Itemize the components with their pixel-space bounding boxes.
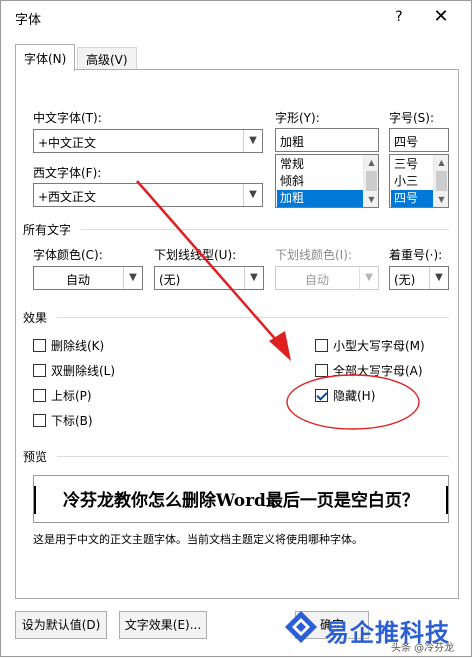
scroll-thumb[interactable]	[366, 171, 377, 191]
font-dialog: 字体 ? ✕ 字体(N) 高级(V) 中文字体(T): +中文正文 ▼ 西文字体…	[0, 0, 472, 657]
checkbox-box[interactable]	[33, 389, 46, 402]
title-bar: 字体 ? ✕	[1, 1, 471, 33]
font-color-label: 字体颜色(C):	[33, 248, 103, 262]
style-option-bold[interactable]: 加粗	[277, 190, 363, 207]
style-option-regular[interactable]: 常规	[277, 156, 363, 173]
underline-style-value: (无)	[159, 273, 181, 287]
emphasis-value: (无)	[394, 273, 416, 287]
all-caps-label: 全部大写字母(A)	[333, 364, 423, 378]
watermark-logo-icon	[285, 611, 317, 643]
scroll-down-icon[interactable]: ▼	[434, 192, 448, 207]
western-font-value: +西文正文	[38, 190, 97, 204]
style-listbox[interactable]: 常规 倾斜 加粗 ▲ ▼	[275, 154, 379, 208]
checkbox-box[interactable]	[315, 364, 328, 377]
style-scrollbar[interactable]: ▲ ▼	[363, 155, 378, 207]
tab-advanced[interactable]: 高级(V)	[77, 47, 137, 69]
superscript-checkbox[interactable]: 上标(P)	[33, 387, 92, 404]
chevron-down-icon[interactable]: ▼	[123, 267, 142, 289]
hidden-checkbox[interactable]: 隐藏(H)	[315, 387, 375, 404]
chevron-down-icon[interactable]: ▼	[243, 184, 262, 206]
preview-sample-text: 冷芬龙教你怎么删除Word最后一页是空白页？	[63, 491, 419, 511]
checkmark-icon[interactable]	[315, 389, 328, 402]
size-option-4[interactable]: 四号	[391, 190, 433, 207]
emphasis-label: 着重号(·):	[389, 248, 443, 262]
strikethrough-label: 删除线(K)	[51, 339, 105, 353]
small-caps-label: 小型大写字母(M)	[333, 339, 425, 353]
underline-color-label: 下划线颜色(I):	[275, 248, 352, 262]
chevron-down-icon[interactable]: ▼	[243, 130, 262, 152]
western-font-combo[interactable]: +西文正文 ▼	[33, 183, 263, 207]
divider	[57, 456, 449, 457]
chinese-font-label: 中文字体(T):	[33, 111, 102, 125]
text-effects-button[interactable]: 文字效果(E)...	[119, 611, 207, 639]
divider	[57, 317, 449, 318]
size-input-value: 四号	[394, 135, 419, 149]
all-caps-checkbox[interactable]: 全部大写字母(A)	[315, 362, 423, 379]
small-caps-checkbox[interactable]: 小型大写字母(M)	[315, 337, 425, 354]
scroll-thumb[interactable]	[436, 171, 447, 191]
font-color-value: 自动	[65, 273, 90, 287]
style-input-value: 加粗	[280, 135, 305, 149]
watermark-sub: 头条 @冷芬龙	[391, 643, 455, 654]
tab-font[interactable]: 字体(N)	[15, 44, 76, 71]
dialog-title: 字体	[15, 13, 42, 28]
font-color-combo[interactable]: 自动 ▼	[33, 266, 143, 290]
emphasis-combo[interactable]: (无) ▼	[389, 266, 449, 290]
size-label: 字号(S):	[389, 111, 435, 125]
size-option-3[interactable]: 三号	[391, 156, 433, 173]
size-input[interactable]: 四号	[389, 128, 449, 152]
chevron-down-icon: ▼	[359, 267, 378, 289]
scroll-down-icon[interactable]: ▼	[364, 192, 378, 207]
all-text-section-title: 所有文字	[23, 223, 72, 237]
strikethrough-checkbox[interactable]: 删除线(K)	[33, 337, 104, 354]
underline-color-combo: 自动 ▼	[275, 266, 379, 290]
scroll-up-icon[interactable]: ▲	[364, 155, 378, 170]
preview-bracket-right	[445, 486, 448, 514]
preview-section-title: 预览	[23, 450, 48, 464]
superscript-label: 上标(P)	[51, 389, 92, 403]
chinese-font-value: +中文正文	[38, 136, 97, 150]
checkbox-box[interactable]	[315, 339, 328, 352]
set-default-button[interactable]: 设为默认值(D)	[15, 611, 107, 639]
checkbox-box[interactable]	[33, 339, 46, 352]
size-scrollbar[interactable]: ▲ ▼	[433, 155, 448, 207]
style-input[interactable]: 加粗	[275, 128, 379, 152]
chevron-down-icon[interactable]: ▼	[429, 267, 448, 289]
checkbox-box[interactable]	[33, 414, 46, 427]
help-button[interactable]: ?	[387, 5, 411, 29]
western-font-label: 西文字体(F):	[33, 166, 102, 180]
size-option-small3[interactable]: 小三	[391, 173, 433, 190]
scroll-up-icon[interactable]: ▲	[434, 155, 448, 170]
watermark: 易企推科技 头条 @冷芬龙	[283, 607, 469, 654]
subscript-checkbox[interactable]: 下标(B)	[33, 412, 93, 429]
preview-note: 这是用于中文的正文主题字体。当前文档主题定义将使用哪种字体。	[33, 533, 363, 546]
size-listbox[interactable]: 三号 小三 四号 ▲ ▼	[389, 154, 449, 208]
underline-color-value: 自动	[304, 273, 329, 287]
chinese-font-combo[interactable]: +中文正文 ▼	[33, 129, 263, 153]
divider	[81, 229, 449, 230]
preview-box: 冷芬龙教你怎么删除Word最后一页是空白页？	[33, 475, 449, 523]
underline-style-label: 下划线线型(U):	[154, 248, 237, 262]
close-button[interactable]: ✕	[429, 5, 453, 29]
chevron-down-icon[interactable]: ▼	[244, 267, 263, 289]
hidden-label: 隐藏(H)	[333, 389, 376, 403]
style-option-italic[interactable]: 倾斜	[277, 173, 363, 190]
effects-section-title: 效果	[23, 311, 48, 325]
style-label: 字形(Y):	[275, 111, 320, 125]
subscript-label: 下标(B)	[51, 414, 93, 428]
checkbox-box[interactable]	[33, 364, 46, 377]
double-strikethrough-label: 双删除线(L)	[51, 364, 116, 378]
underline-style-combo[interactable]: (无) ▼	[154, 266, 264, 290]
double-strikethrough-checkbox[interactable]: 双删除线(L)	[33, 362, 115, 379]
